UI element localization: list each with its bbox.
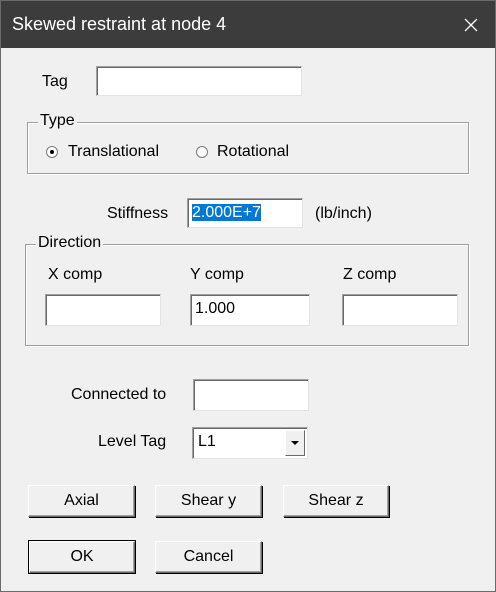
dialog-body: Tag Type Translational Rotational Stiffn…: [2, 48, 494, 591]
level-tag-label: Level Tag: [98, 433, 167, 450]
level-tag-dropdown-button[interactable]: [285, 430, 305, 456]
stiffness-input[interactable]: 2.000E+7: [187, 198, 303, 228]
level-tag-select[interactable]: L1: [192, 427, 308, 459]
z-comp-input[interactable]: [342, 294, 458, 326]
direction-group-legend: Direction: [36, 234, 104, 252]
translational-radio[interactable]: [46, 146, 58, 158]
close-icon: [464, 18, 478, 31]
window-title: Skewed restraint at node 4: [12, 14, 227, 34]
shear-z-button[interactable]: Shear z: [283, 485, 389, 517]
level-tag-value: L1: [198, 433, 216, 450]
connected-to-label: Connected to: [71, 386, 167, 403]
title-bar[interactable]: Skewed restraint at node 4: [1, 1, 495, 48]
cancel-button[interactable]: Cancel: [155, 541, 262, 573]
tag-input[interactable]: [96, 66, 302, 96]
y-comp-input[interactable]: 1.000: [190, 294, 310, 326]
z-comp-label: Z comp: [343, 266, 397, 283]
x-comp-input[interactable]: [45, 294, 161, 326]
tag-label: Tag: [42, 73, 68, 90]
stiffness-label: Stiffness: [107, 205, 169, 222]
translational-label[interactable]: Translational: [68, 143, 159, 161]
axial-button[interactable]: Axial: [28, 485, 135, 517]
rotational-label[interactable]: Rotational: [217, 143, 289, 161]
rotational-radio[interactable]: [196, 146, 208, 158]
dialog-window: Skewed restraint at node 4 Tag Type Tran…: [0, 0, 496, 592]
chevron-down-icon: [291, 441, 299, 445]
shear-y-button[interactable]: Shear y: [155, 485, 262, 517]
y-comp-label: Y comp: [190, 266, 244, 283]
connected-to-input[interactable]: [193, 379, 309, 411]
ok-button[interactable]: OK: [28, 540, 136, 574]
x-comp-label: X comp: [48, 266, 103, 283]
type-group-legend: Type: [38, 112, 77, 130]
close-button[interactable]: [447, 1, 495, 48]
stiffness-unit: (lb/inch): [315, 205, 372, 222]
